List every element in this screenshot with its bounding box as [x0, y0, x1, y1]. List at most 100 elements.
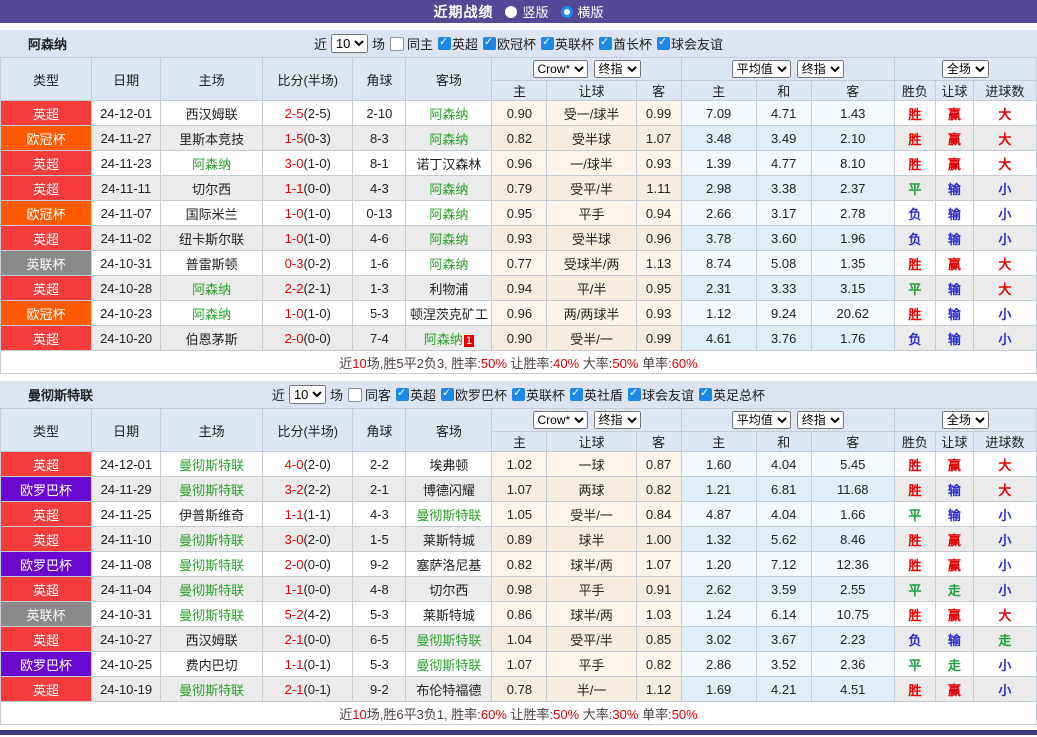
- away-team: 莱斯特城: [405, 526, 493, 552]
- verdict-handicap: 赢: [934, 676, 974, 702]
- column-header: 主: [680, 80, 757, 101]
- corners: 2-10: [352, 100, 407, 126]
- recent-games-select[interactable]: 10: [288, 385, 326, 404]
- team-label: 阿森纳: [429, 181, 469, 197]
- verdict-handicap: 赢: [934, 100, 974, 126]
- home-team: 阿森纳: [160, 150, 264, 176]
- same-venue-checkbox[interactable]: [389, 36, 404, 51]
- summary-part: 让胜率:: [506, 706, 554, 722]
- match-date: 24-10-25: [91, 651, 162, 677]
- column-header: 比分(半场): [262, 57, 354, 101]
- odds-away: 0.82: [635, 476, 682, 502]
- corners: 1-5: [352, 526, 407, 552]
- layout-radio-vertical[interactable]: 竖版: [505, 2, 549, 21]
- match-type-badge: 欧罗巴杯: [0, 476, 93, 502]
- match-row: 英超 24-11-02 纽卡斯尔联 1-0(1-0) 4-6 阿森纳 0.93 受半球 0.96…: [0, 225, 1037, 251]
- avg-home: 3.78: [680, 225, 757, 251]
- odds-company-select[interactable]: Crow*: [532, 60, 588, 78]
- avg-select[interactable]: 平均值: [731, 60, 791, 78]
- avg-home: 2.98: [680, 175, 757, 201]
- bottom-bar: [0, 730, 1037, 735]
- odds-home: 0.77: [491, 250, 548, 276]
- same-venue-checkbox[interactable]: [347, 387, 362, 402]
- summary-part: 50%: [612, 355, 639, 371]
- verdict-handicap: 输: [934, 626, 974, 652]
- avg-final-select[interactable]: 终指: [796, 411, 844, 429]
- league-checkbox[interactable]: [483, 35, 496, 50]
- handicap: 受半球: [546, 125, 637, 151]
- league-checkbox[interactable]: [512, 386, 525, 401]
- recent-games-select[interactable]: 10: [330, 34, 368, 53]
- league-checkbox[interactable]: [699, 386, 713, 401]
- verdict-result: 胜: [893, 676, 936, 702]
- odds-away: 0.93: [635, 150, 682, 176]
- column-header: 和: [755, 80, 812, 101]
- avg-home: 3.48: [680, 125, 757, 151]
- avg-final-select[interactable]: 终指: [796, 60, 844, 78]
- verdict-handicap: 输: [934, 175, 974, 201]
- match-row: 英超 24-10-20 伯恩茅斯 2-0(0-0) 7-4 阿森纳 1 0.90 受半/一 0.9…: [0, 325, 1037, 351]
- avg-select[interactable]: 平均值: [731, 411, 791, 429]
- verdict-handicap: 走: [934, 651, 974, 677]
- avg-home: 2.66: [680, 200, 757, 226]
- home-team: 伯恩茅斯: [160, 325, 264, 351]
- league-checkbox[interactable]: [657, 35, 671, 50]
- fulltime-score: 2-0: [284, 330, 304, 346]
- summary-row: 近10场,胜5平2负3, 胜率:50% 让胜率:40% 大率:50% 单率:60…: [0, 350, 1037, 374]
- team-section: 阿森纳近10场同主英超欧冠杯英联杯酋长杯球会友谊类型日期主场比分(半场)角球客场…: [0, 30, 1037, 374]
- radio-unselected-icon: [505, 5, 518, 18]
- sections-container: 阿森纳近10场同主英超欧冠杯英联杯酋长杯球会友谊类型日期主场比分(半场)角球客场…: [0, 30, 1037, 725]
- league-checkbox[interactable]: [570, 386, 584, 401]
- corners: 6-5: [352, 626, 407, 652]
- filter-bar: 曼彻斯特联 近10场 同客 英超 欧罗巴杯 英联杯 英社盾 球会友谊 英足总杯: [0, 381, 1037, 408]
- column-header: 类型: [0, 408, 93, 452]
- league-checkbox[interactable]: [599, 35, 613, 50]
- match-type-badge: 英联杯: [0, 250, 93, 276]
- team-label: 曼彻斯特联: [179, 557, 245, 573]
- verdict-handicap: 赢: [934, 601, 974, 627]
- league-checkbox[interactable]: [628, 386, 642, 401]
- odds-final-select[interactable]: 终指: [593, 60, 641, 78]
- avg-away: 5.45: [810, 451, 895, 477]
- scope-select[interactable]: 全场: [941, 60, 989, 78]
- away-team: 博德闪耀: [405, 476, 493, 502]
- radio-label: 竖版: [522, 5, 549, 20]
- odds-company-select[interactable]: Crow*: [532, 411, 588, 429]
- match-date: 24-11-11: [91, 175, 162, 201]
- verdict-goals: 小: [972, 225, 1037, 251]
- match-type-badge: 英超: [0, 676, 93, 702]
- odds-away: 1.13: [635, 250, 682, 276]
- home-team: 曼彻斯特联: [160, 576, 264, 602]
- odds-home: 0.90: [491, 325, 548, 351]
- score: 1-0(1-0): [262, 225, 354, 251]
- halftime-score: (0-1): [303, 681, 331, 697]
- match-date: 24-11-04: [91, 576, 162, 602]
- avg-away: 8.46: [810, 526, 895, 552]
- league-checkbox[interactable]: [395, 386, 409, 401]
- avg-draw: 3.52: [755, 651, 812, 677]
- verdict-goals: 小: [972, 526, 1037, 552]
- league-checkbox[interactable]: [541, 35, 555, 50]
- summary-part: 场,胜6平3负1, 胜率:: [366, 706, 481, 722]
- odds-away: 0.94: [635, 200, 682, 226]
- column-header: 客场: [405, 408, 493, 452]
- fulltime-score: 2-1: [284, 631, 304, 647]
- league-checkbox[interactable]: [437, 35, 451, 50]
- summary-part: 10: [352, 355, 367, 371]
- odds-away: 0.87: [635, 451, 682, 477]
- layout-radio-horizontal[interactable]: 横版: [560, 2, 604, 21]
- radio-selected-icon: [560, 5, 573, 18]
- verdict-result: 胜: [893, 125, 936, 151]
- match-date: 24-11-07: [91, 200, 162, 226]
- verdict-goals: 大: [972, 125, 1037, 151]
- odds-away: 1.03: [635, 601, 682, 627]
- team-label: 费内巴切: [185, 657, 238, 673]
- odds-away: 0.96: [635, 225, 682, 251]
- league-checkbox[interactable]: [440, 386, 454, 401]
- corners: 1-3: [352, 275, 407, 301]
- team-label: 曼彻斯特联: [179, 607, 245, 623]
- verdict-handicap: 输: [934, 300, 974, 326]
- summary-part: 50%: [671, 706, 698, 722]
- scope-select[interactable]: 全场: [941, 411, 989, 429]
- odds-final-select[interactable]: 终指: [593, 411, 641, 429]
